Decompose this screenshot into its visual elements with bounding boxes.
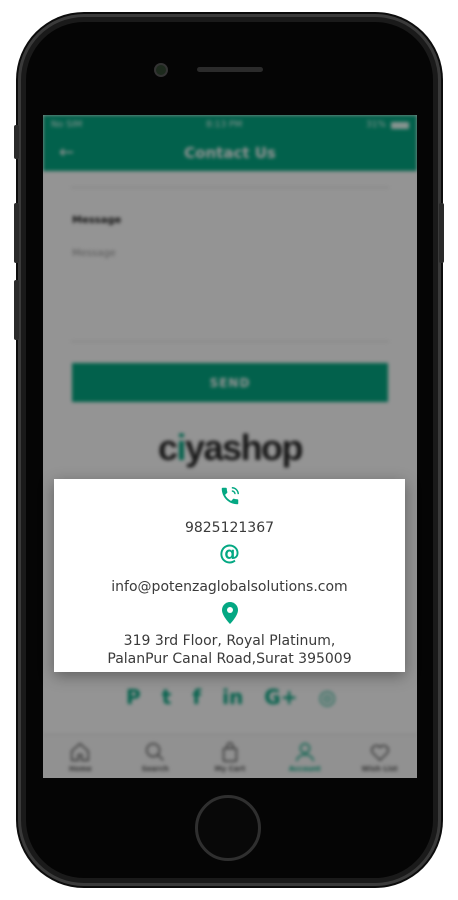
email-icon-wrap: @ <box>54 541 405 565</box>
email-address[interactable]: info@potenzaglobalsolutions.com <box>54 578 405 596</box>
modal-backdrop[interactable] <box>43 115 417 778</box>
volume-down-button <box>14 280 19 340</box>
volume-up-button <box>14 203 19 263</box>
mute-switch <box>14 125 19 159</box>
address-line-2: PalanPur Canal Road,Surat 395009 <box>107 651 352 667</box>
power-button <box>439 203 444 263</box>
phone-icon[interactable] <box>219 485 241 507</box>
contact-info-popup: 9825121367 @ info@potenzaglobalsolutions… <box>54 479 405 672</box>
home-button[interactable] <box>195 795 261 861</box>
earpiece-speaker <box>197 67 263 72</box>
location-icon-wrap <box>54 602 405 624</box>
address-line-1: 319 3rd Floor, Royal Platinum, <box>123 633 336 649</box>
front-camera <box>154 63 168 77</box>
location-pin-icon[interactable] <box>221 602 238 624</box>
phone-icon-wrap <box>54 485 405 507</box>
email-icon[interactable]: @ <box>219 541 240 565</box>
phone-number[interactable]: 9825121367 <box>54 519 405 537</box>
